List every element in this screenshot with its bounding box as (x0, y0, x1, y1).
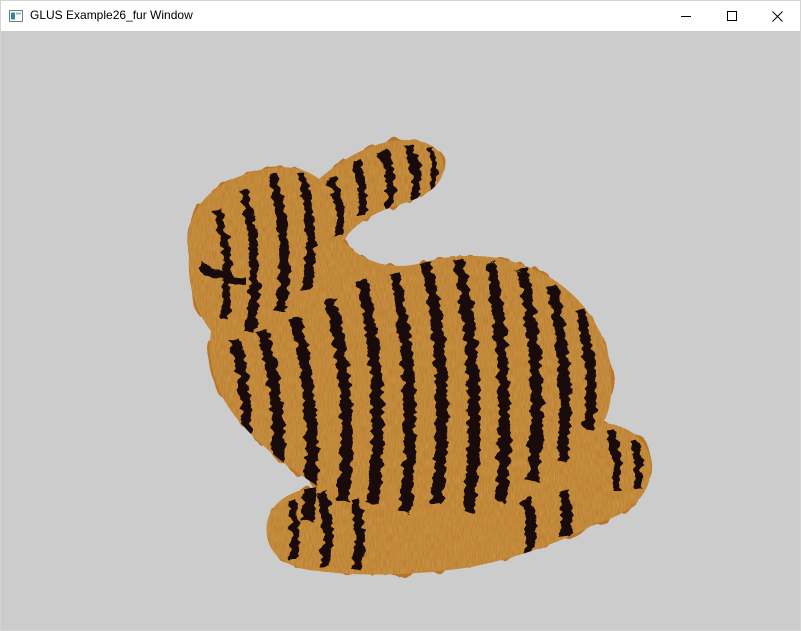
minimize-icon (681, 16, 691, 17)
minimize-button[interactable] (663, 1, 709, 31)
maximize-icon (727, 11, 737, 21)
close-icon (771, 10, 783, 22)
close-button[interactable] (754, 1, 800, 31)
app-window: GLUS Example26_fur Window (0, 0, 801, 631)
fur-bunny-render (187, 140, 651, 575)
opengl-viewport[interactable] (1, 31, 800, 630)
maximize-button[interactable] (709, 1, 755, 31)
title-bar[interactable]: GLUS Example26_fur Window (1, 1, 800, 31)
fur-body (187, 140, 651, 575)
window-title: GLUS Example26_fur Window (30, 8, 193, 22)
app-window-icon[interactable] (9, 9, 23, 22)
